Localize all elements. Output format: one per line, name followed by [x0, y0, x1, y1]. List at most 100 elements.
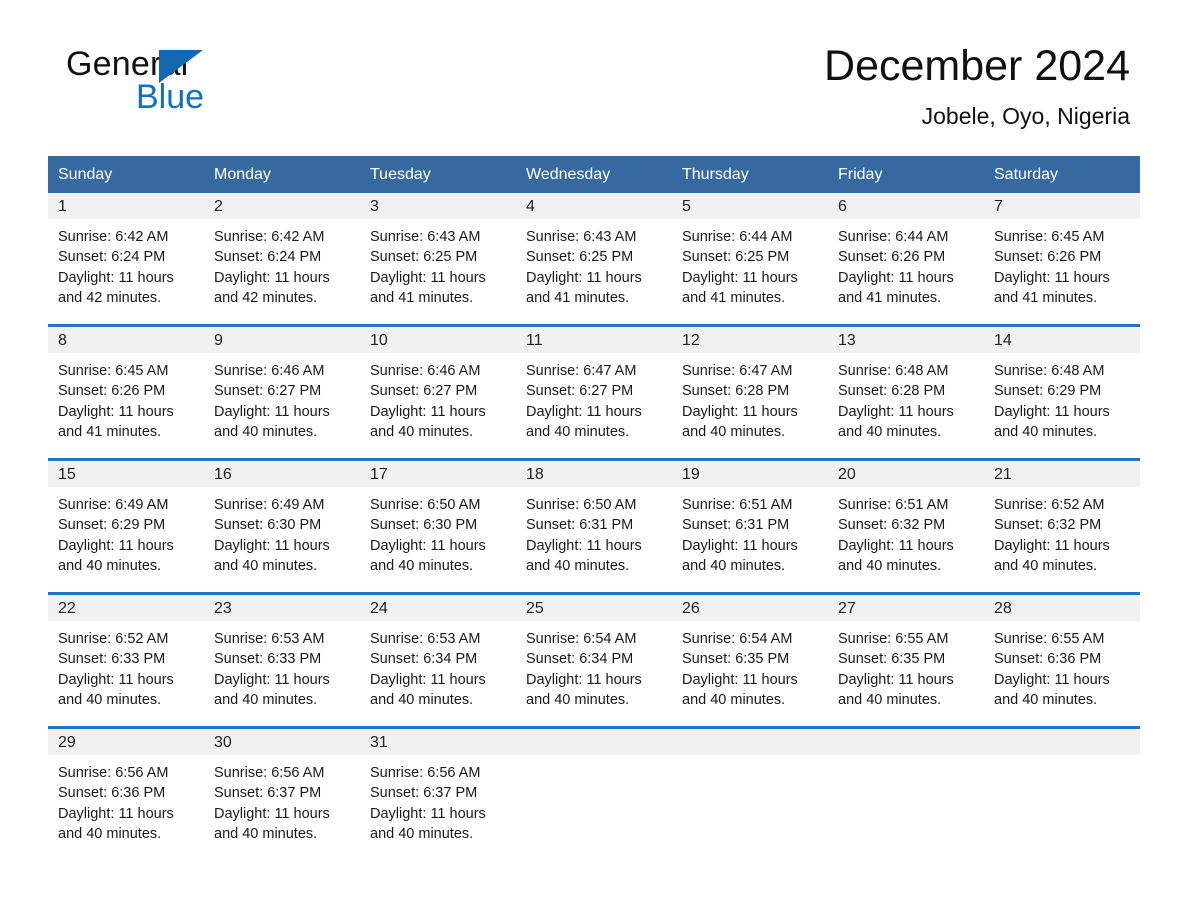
day-details: Sunrise: 6:51 AM Sunset: 6:31 PM Daylight:…	[672, 487, 828, 576]
day-cell[interactable]: 6 Sunrise: 6:44 AM Sunset: 6:26 PM Daylight…	[828, 193, 984, 326]
day-number: 10	[360, 327, 516, 353]
daylight-duration-line2: and 40 minutes.	[526, 423, 630, 440]
day-cell[interactable]: 18 Sunrise: 6:50 AM Sunset: 6:31 PM Dayligh…	[516, 458, 672, 594]
daylight-duration-line1: Daylight: 11 hours	[994, 403, 1110, 420]
day-cell[interactable]: 15 Sunrise: 6:49 AM Sunset: 6:29 PM Dayligh…	[48, 458, 204, 594]
sunset-time: Sunset: 6:30 PM	[214, 517, 322, 534]
daylight-duration-line1: Daylight: 11 hours	[214, 403, 330, 420]
daylight-duration-line2: and 40 minutes.	[682, 691, 786, 708]
sunrise-time: Sunrise: 6:56 AM	[58, 765, 169, 781]
daylight-duration-line2: and 40 minutes.	[682, 423, 786, 440]
sunrise-time: Sunrise: 6:51 AM	[838, 497, 949, 513]
day-details: Sunrise: 6:47 AM Sunset: 6:28 PM Daylight:…	[672, 353, 828, 442]
sunset-time: Sunset: 6:27 PM	[370, 383, 478, 400]
day-cell[interactable]: 14 Sunrise: 6:48 AM Sunset: 6:29 PM Dayligh…	[984, 324, 1140, 460]
day-cell[interactable]: 13 Sunrise: 6:48 AM Sunset: 6:28 PM Dayligh…	[828, 324, 984, 460]
calendar-week-row: 29 Sunrise: 6:56 AM Sunset: 6:36 PM Dayligh…	[48, 726, 1140, 860]
day-number: 1	[48, 193, 204, 219]
daylight-duration-line1: Daylight: 11 hours	[682, 269, 798, 286]
day-cell[interactable]: 27 Sunrise: 6:55 AM Sunset: 6:35 PM Dayligh…	[828, 592, 984, 728]
day-number: 11	[516, 327, 672, 353]
day-cell[interactable]: 11 Sunrise: 6:47 AM Sunset: 6:27 PM Dayligh…	[516, 324, 672, 460]
day-cell[interactable]: 21 Sunrise: 6:52 AM Sunset: 6:32 PM Dayligh…	[984, 458, 1140, 594]
sunset-time: Sunset: 6:32 PM	[994, 517, 1102, 534]
day-cell-inner: 14 Sunrise: 6:48 AM Sunset: 6:29 PM Dayligh…	[984, 327, 1140, 458]
daylight-duration-line1: Daylight: 11 hours	[214, 805, 330, 822]
calendar-page: General Blue December 2024 Jobele, Oyo, …	[0, 0, 1188, 918]
daylight-duration-line2: and 40 minutes.	[838, 557, 942, 574]
day-cell[interactable]: 31 Sunrise: 6:56 AM Sunset: 6:37 PM Dayligh…	[360, 726, 516, 860]
day-cell[interactable]: 26 Sunrise: 6:54 AM Sunset: 6:35 PM Dayligh…	[672, 592, 828, 728]
daylight-duration-line2: and 42 minutes.	[58, 289, 162, 306]
day-cell[interactable]: 7 Sunrise: 6:45 AM Sunset: 6:26 PM Daylight…	[984, 193, 1140, 326]
day-number: 21	[984, 461, 1140, 487]
day-details: Sunrise: 6:46 AM Sunset: 6:27 PM Daylight:…	[360, 353, 516, 442]
daylight-duration-line2: and 40 minutes.	[370, 825, 474, 842]
sunrise-time: Sunrise: 6:49 AM	[214, 497, 325, 513]
day-cell[interactable]: 25 Sunrise: 6:54 AM Sunset: 6:34 PM Dayligh…	[516, 592, 672, 728]
sunset-time: Sunset: 6:29 PM	[58, 517, 166, 534]
daylight-duration-line1: Daylight: 11 hours	[58, 537, 174, 554]
day-details: Sunrise: 6:43 AM Sunset: 6:25 PM Daylight:…	[516, 219, 672, 308]
sunset-time: Sunset: 6:24 PM	[58, 249, 166, 266]
sunset-time: Sunset: 6:25 PM	[526, 249, 634, 266]
day-cell[interactable]: 29 Sunrise: 6:56 AM Sunset: 6:36 PM Dayligh…	[48, 726, 204, 860]
daylight-duration-line2: and 40 minutes.	[838, 423, 942, 440]
day-cell[interactable]: 2 Sunrise: 6:42 AM Sunset: 6:24 PM Daylight…	[204, 193, 360, 326]
sunrise-time: Sunrise: 6:56 AM	[214, 765, 325, 781]
sunset-time: Sunset: 6:32 PM	[838, 517, 946, 534]
day-details: Sunrise: 6:51 AM Sunset: 6:32 PM Daylight:…	[828, 487, 984, 576]
day-cell[interactable]: 30 Sunrise: 6:56 AM Sunset: 6:37 PM Dayligh…	[204, 726, 360, 860]
day-cell[interactable]: 20 Sunrise: 6:51 AM Sunset: 6:32 PM Dayligh…	[828, 458, 984, 594]
daylight-duration-line2: and 41 minutes.	[994, 289, 1098, 306]
daylight-duration-line2: and 40 minutes.	[214, 423, 318, 440]
day-number	[672, 729, 828, 755]
daylight-duration-line1: Daylight: 11 hours	[994, 537, 1110, 554]
day-cell[interactable]: 8 Sunrise: 6:45 AM Sunset: 6:26 PM Daylight…	[48, 324, 204, 460]
calendar-week-row: 8 Sunrise: 6:45 AM Sunset: 6:26 PM Daylight…	[48, 324, 1140, 460]
daylight-duration-line2: and 41 minutes.	[682, 289, 786, 306]
day-cell[interactable]: 22 Sunrise: 6:52 AM Sunset: 6:33 PM Dayligh…	[48, 592, 204, 728]
sunrise-sunset-calendar: Sunday Monday Tuesday Wednesday Thursday…	[48, 156, 1140, 860]
page-header: General Blue December 2024 Jobele, Oyo, …	[48, 0, 1140, 129]
sunset-time: Sunset: 6:37 PM	[214, 785, 322, 802]
location-subtitle: Jobele, Oyo, Nigeria	[921, 103, 1130, 129]
day-cell-inner: 8 Sunrise: 6:45 AM Sunset: 6:26 PM Daylight…	[48, 327, 204, 458]
day-cell[interactable]: 16 Sunrise: 6:49 AM Sunset: 6:30 PM Dayligh…	[204, 458, 360, 594]
day-cell[interactable]: 10 Sunrise: 6:46 AM Sunset: 6:27 PM Dayligh…	[360, 324, 516, 460]
daylight-duration-line1: Daylight: 11 hours	[682, 403, 798, 420]
day-cell-inner	[984, 729, 1140, 860]
day-cell[interactable]: 3 Sunrise: 6:43 AM Sunset: 6:25 PM Daylight…	[360, 193, 516, 326]
day-details: Sunrise: 6:42 AM Sunset: 6:24 PM Daylight:…	[204, 219, 360, 308]
weekday-header-monday: Monday	[204, 156, 360, 193]
day-cell[interactable]: 24 Sunrise: 6:53 AM Sunset: 6:34 PM Dayligh…	[360, 592, 516, 728]
daylight-duration-line1: Daylight: 11 hours	[526, 403, 642, 420]
daylight-duration-line2: and 40 minutes.	[994, 423, 1098, 440]
day-cell[interactable]: 1 Sunrise: 6:42 AM Sunset: 6:24 PM Daylight…	[48, 193, 204, 326]
daylight-duration-line1: Daylight: 11 hours	[370, 805, 486, 822]
day-number: 23	[204, 595, 360, 621]
day-number: 14	[984, 327, 1140, 353]
day-number: 29	[48, 729, 204, 755]
day-number: 20	[828, 461, 984, 487]
sunset-time: Sunset: 6:29 PM	[994, 383, 1102, 400]
day-cell[interactable]: 4 Sunrise: 6:43 AM Sunset: 6:25 PM Daylight…	[516, 193, 672, 326]
day-cell[interactable]: 5 Sunrise: 6:44 AM Sunset: 6:25 PM Daylight…	[672, 193, 828, 326]
sunset-time: Sunset: 6:34 PM	[370, 651, 478, 668]
day-cell-inner: 10 Sunrise: 6:46 AM Sunset: 6:27 PM Dayligh…	[360, 327, 516, 458]
day-cell[interactable]: 9 Sunrise: 6:46 AM Sunset: 6:27 PM Daylight…	[204, 324, 360, 460]
day-cell[interactable]: 28 Sunrise: 6:55 AM Sunset: 6:36 PM Dayligh…	[984, 592, 1140, 728]
day-cell-inner: 13 Sunrise: 6:48 AM Sunset: 6:28 PM Dayligh…	[828, 327, 984, 458]
day-details: Sunrise: 6:48 AM Sunset: 6:28 PM Daylight:…	[828, 353, 984, 442]
day-cell[interactable]: 23 Sunrise: 6:53 AM Sunset: 6:33 PM Dayligh…	[204, 592, 360, 728]
day-cell[interactable]: 17 Sunrise: 6:50 AM Sunset: 6:30 PM Dayligh…	[360, 458, 516, 594]
day-cell-inner	[516, 729, 672, 860]
day-details: Sunrise: 6:56 AM Sunset: 6:36 PM Daylight:…	[48, 755, 204, 844]
weekday-header-wednesday: Wednesday	[516, 156, 672, 193]
day-details: Sunrise: 6:53 AM Sunset: 6:34 PM Daylight:…	[360, 621, 516, 710]
day-cell[interactable]: 19 Sunrise: 6:51 AM Sunset: 6:31 PM Dayligh…	[672, 458, 828, 594]
sunrise-time: Sunrise: 6:50 AM	[526, 497, 637, 513]
sunset-time: Sunset: 6:26 PM	[58, 383, 166, 400]
day-number: 5	[672, 193, 828, 219]
day-cell[interactable]: 12 Sunrise: 6:47 AM Sunset: 6:28 PM Dayligh…	[672, 324, 828, 460]
